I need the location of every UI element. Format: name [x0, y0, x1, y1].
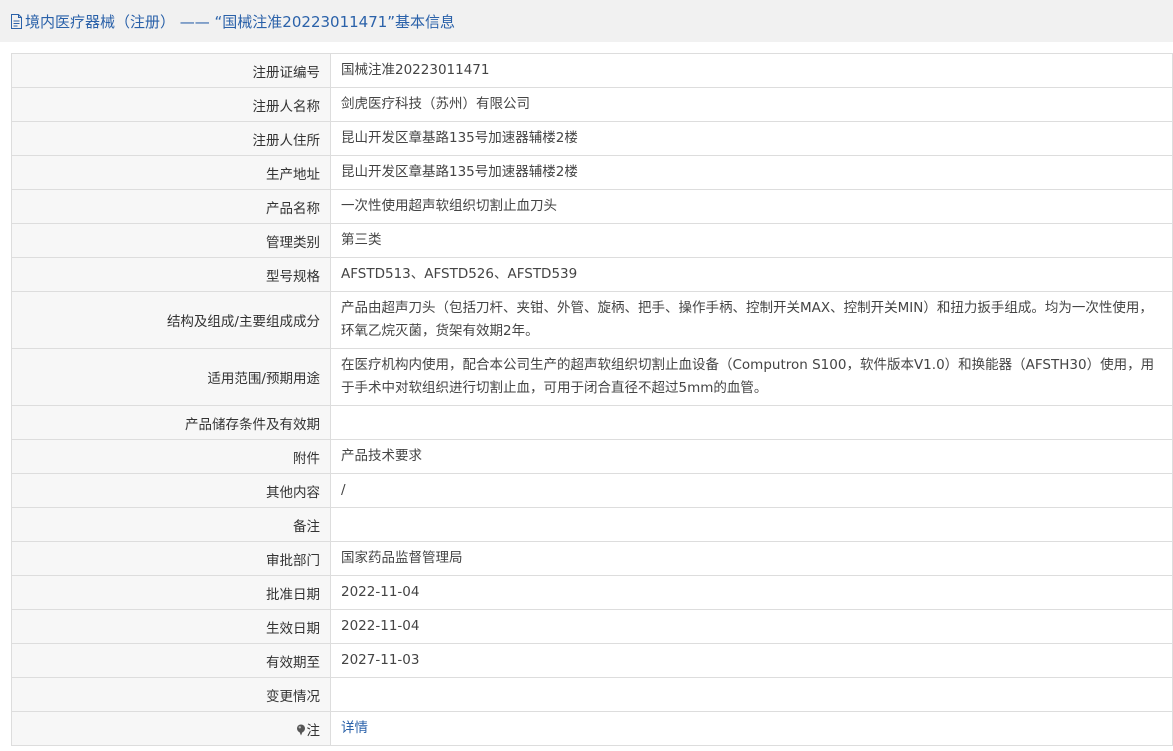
row-label: 适用范围/预期用途 [11, 348, 331, 406]
info-table-container: 注册证编号 国械注准20223011471 注册人名称 剑虎医疗科技（苏州）有限… [11, 53, 1173, 746]
row-value: 在医疗机构内使用，配合本公司生产的超声软组织切割止血设备（Computron S… [330, 348, 1173, 406]
table-row: 注册证编号 国械注准20223011471 [11, 53, 1173, 88]
row-label: 其他内容 [11, 473, 331, 508]
row-label: 注册人名称 [11, 87, 331, 122]
table-row: 生效日期 2022-11-04 [11, 609, 1173, 644]
table-row: 变更情况 [11, 677, 1173, 712]
row-label: 结构及组成/主要组成成分 [11, 291, 331, 349]
row-value: 2027-11-03 [330, 643, 1173, 678]
row-label: 产品储存条件及有效期 [11, 405, 331, 440]
note-label: 注 [306, 722, 321, 739]
table-row: 产品储存条件及有效期 [11, 405, 1173, 440]
row-label: 附件 [11, 439, 331, 474]
row-label: 备注 [11, 507, 331, 542]
row-value [330, 405, 1173, 440]
info-table: 注册证编号 国械注准20223011471 注册人名称 剑虎医疗科技（苏州）有限… [11, 53, 1173, 746]
row-value: 2022-11-04 [330, 575, 1173, 610]
details-link[interactable]: 详情 [341, 720, 368, 736]
row-value [330, 507, 1173, 542]
row-value: 产品由超声刀头（包括刀杆、夹钳、外管、旋柄、把手、操作手柄、控制开关MAX、控制… [330, 291, 1173, 349]
table-row: 附件 产品技术要求 [11, 439, 1173, 474]
row-value: 2022-11-04 [330, 609, 1173, 644]
table-row: 管理类别 第三类 [11, 223, 1173, 258]
page-title: 境内医疗器械（注册） —— “国械注准20223011471”基本信息 [25, 12, 456, 31]
row-value [330, 677, 1173, 712]
table-row: 注册人住所 昆山开发区章基路135号加速器辅楼2楼 [11, 121, 1173, 156]
table-row: 审批部门 国家药品监督管理局 [11, 541, 1173, 576]
row-value: AFSTD513、AFSTD526、AFSTD539 [330, 257, 1173, 292]
row-label: 产品名称 [11, 189, 331, 224]
row-value: / [330, 473, 1173, 508]
row-label: 有效期至 [11, 643, 331, 678]
pin-icon [296, 724, 306, 736]
table-row: 型号规格 AFSTD513、AFSTD526、AFSTD539 [11, 257, 1173, 292]
table-row: 适用范围/预期用途 在医疗机构内使用，配合本公司生产的超声软组织切割止血设备（C… [11, 348, 1173, 406]
row-label: 审批部门 [11, 541, 331, 576]
row-label: 变更情况 [11, 677, 331, 712]
row-value: 昆山开发区章基路135号加速器辅楼2楼 [330, 121, 1173, 156]
table-row: 产品名称 一次性使用超声软组织切割止血刀头 [11, 189, 1173, 224]
row-label: 注册人住所 [11, 121, 331, 156]
note-value-cell: 详情 [330, 711, 1173, 746]
row-value: 第三类 [330, 223, 1173, 258]
note-label-cell: 注 [11, 711, 331, 746]
note-row: 注 详情 [11, 711, 1173, 746]
row-value: 剑虎医疗科技（苏州）有限公司 [330, 87, 1173, 122]
table-row: 生产地址 昆山开发区章基路135号加速器辅楼2楼 [11, 155, 1173, 190]
row-label: 管理类别 [11, 223, 331, 258]
row-value: 昆山开发区章基路135号加速器辅楼2楼 [330, 155, 1173, 190]
row-label: 型号规格 [11, 257, 331, 292]
row-value: 国械注准20223011471 [330, 53, 1173, 88]
row-value: 国家药品监督管理局 [330, 541, 1173, 576]
page-header: 境内医疗器械（注册） —— “国械注准20223011471”基本信息 [0, 0, 1173, 42]
table-row: 备注 [11, 507, 1173, 542]
row-label: 注册证编号 [11, 53, 331, 88]
table-row: 结构及组成/主要组成成分 产品由超声刀头（包括刀杆、夹钳、外管、旋柄、把手、操作… [11, 291, 1173, 349]
row-label: 生效日期 [11, 609, 331, 644]
row-label: 批准日期 [11, 575, 331, 610]
row-label: 生产地址 [11, 155, 331, 190]
table-row: 有效期至 2027-11-03 [11, 643, 1173, 678]
document-icon [10, 13, 23, 29]
row-value: 产品技术要求 [330, 439, 1173, 474]
table-row: 批准日期 2022-11-04 [11, 575, 1173, 610]
table-row: 其他内容 / [11, 473, 1173, 508]
row-value: 一次性使用超声软组织切割止血刀头 [330, 189, 1173, 224]
table-row: 注册人名称 剑虎医疗科技（苏州）有限公司 [11, 87, 1173, 122]
